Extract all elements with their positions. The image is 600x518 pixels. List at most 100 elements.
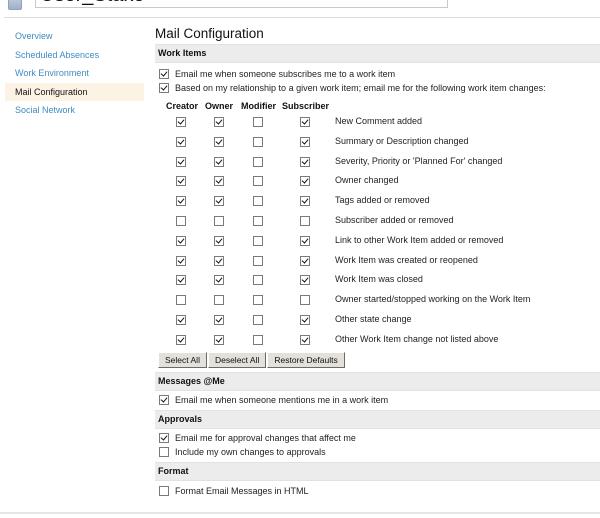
checkbox-creator[interactable] [176,136,186,147]
option-approval-changes[interactable]: Email me for approval changes that affec… [155,431,600,445]
change-type-label: Owner changed [335,175,399,186]
change-type-label: New Comment added [335,116,423,126]
checkbox-subscriber[interactable] [300,255,310,266]
checkbox-creator[interactable] [176,275,186,286]
checkbox-modifier[interactable] [253,176,263,187]
checkbox-subscriber[interactable] [300,275,310,286]
checkbox-owner[interactable] [214,255,224,266]
checkbox-modifier[interactable] [253,196,263,207]
checkbox[interactable] [159,446,169,457]
grid-row: Link to other Work Item added or removed [155,234,600,254]
change-type-label: Other Work Item change not listed above [335,333,499,344]
checkbox-subscriber[interactable] [300,334,310,345]
checkbox-creator[interactable] [176,315,186,325]
change-type-label: Subscriber added or removed [335,215,454,225]
column-header-subscriber: Subscriber [282,101,330,111]
sidebar-item-work-environment[interactable]: Work Environment [5,64,144,83]
user-icon [8,0,22,10]
checkbox-owner[interactable] [214,156,224,167]
select-all-button[interactable]: Select All [158,352,207,368]
grid-row: Owner started/stopped working on the Wor… [155,293,600,313]
user-header: User_Stake [0,0,600,18]
checkbox-owner[interactable] [214,295,224,306]
checkbox-creator[interactable] [176,235,186,246]
checkbox-creator[interactable] [176,156,186,167]
checkbox-creator[interactable] [176,255,186,266]
checkbox-modifier[interactable] [253,235,263,246]
sidebar-item-scheduled-absences[interactable]: Scheduled Absences [5,46,144,65]
checkbox-modifier[interactable] [253,136,263,147]
deselect-all-button[interactable]: Deselect All [207,352,267,368]
option-mentions[interactable]: Email me when someone mentions me in a w… [155,393,600,407]
checkbox-modifier[interactable] [253,315,263,325]
sidebar-item-mail-configuration[interactable]: Mail Configuration [5,82,144,101]
checkbox[interactable] [159,432,169,443]
grid-row: Work Item was closed [155,273,600,293]
option-html-format[interactable]: Format Email Messages in HTML [155,484,600,498]
checkbox-subscriber[interactable] [300,315,310,325]
grid-row: Severity, Priority or 'Planned For' chan… [155,155,600,175]
checkbox-subscriber[interactable] [300,235,310,246]
option-label: Include my own changes to approvals [175,447,326,457]
checkbox-modifier[interactable] [253,117,263,127]
change-type-label: Other state change [335,314,412,324]
checkbox[interactable] [159,68,169,79]
checkbox[interactable] [159,82,169,93]
checkbox-modifier[interactable] [253,275,263,286]
checkbox-subscriber[interactable] [300,216,310,226]
checkbox-modifier[interactable] [253,216,263,226]
checkbox-modifier[interactable] [253,295,263,306]
user-name: User_Stake [40,0,145,7]
checkbox-owner[interactable] [214,136,224,147]
sidebar-item-social-network[interactable]: Social Network [5,101,144,120]
section-heading-approvals: Approvals [155,410,600,429]
checkbox-creator[interactable] [176,334,186,345]
checkbox-subscriber[interactable] [300,117,310,127]
section-heading-messages: Messages @Me [155,372,600,391]
checkbox-subscriber[interactable] [300,136,310,147]
column-header-creator: Creator [166,101,199,111]
grid-row: Tags added or removed [155,194,600,214]
checkbox[interactable] [159,485,169,496]
checkbox-modifier[interactable] [253,334,263,345]
checkbox-owner[interactable] [214,216,224,226]
option-label: Email me for approval changes that affec… [175,433,356,443]
option-own-changes[interactable]: Include my own changes to approvals [155,445,600,459]
grid-row: Other Work Item change not listed above [155,333,600,353]
checkbox-owner[interactable] [214,334,224,345]
checkbox-creator[interactable] [176,176,186,187]
checkbox-owner[interactable] [214,275,224,286]
checkbox-owner[interactable] [214,176,224,187]
grid-row: Work Item was created or reopened [155,254,600,274]
option-label: Email me when someone mentions me in a w… [175,395,389,405]
restore-defaults-button[interactable]: Restore Defaults [267,352,345,368]
checkbox-subscriber[interactable] [300,176,310,187]
option-subscribes-me[interactable]: Email me when someone subscribes me to a… [155,67,600,81]
user-name-box: User_Stake [35,0,448,8]
option-label: Format Email Messages in HTML [175,486,309,496]
option-label: Email me when someone subscribes me to a… [175,69,396,79]
grid-row: Subscriber added or removed [155,214,600,234]
work-item-change-grid: Creator Owner Modifier Subscriber New Co… [155,101,600,351]
checkbox-modifier[interactable] [253,156,263,167]
checkbox-creator[interactable] [176,295,186,306]
checkbox-subscriber[interactable] [300,295,310,306]
checkbox-modifier[interactable] [253,255,263,266]
checkbox-owner[interactable] [214,196,224,207]
checkbox-subscriber[interactable] [300,156,310,167]
checkbox-owner[interactable] [214,117,224,127]
checkbox-subscriber[interactable] [300,196,310,207]
checkbox-owner[interactable] [214,235,224,246]
option-relationship[interactable]: Based on my relationship to a given work… [155,81,600,95]
checkbox[interactable] [159,394,169,405]
change-type-label: Summary or Description changed [335,135,469,146]
change-type-label: Link to other Work Item added or removed [335,234,504,245]
checkbox-creator[interactable] [176,196,186,207]
checkbox-creator[interactable] [176,117,186,127]
sidebar-item-overview[interactable]: Overview [5,27,144,46]
checkbox-owner[interactable] [214,315,224,325]
page-title: Mail Configuration [155,26,264,41]
change-type-label: Tags added or removed [335,195,430,206]
checkbox-creator[interactable] [176,216,186,226]
main-content: Mail Configuration Work Items Email me w… [155,25,600,498]
